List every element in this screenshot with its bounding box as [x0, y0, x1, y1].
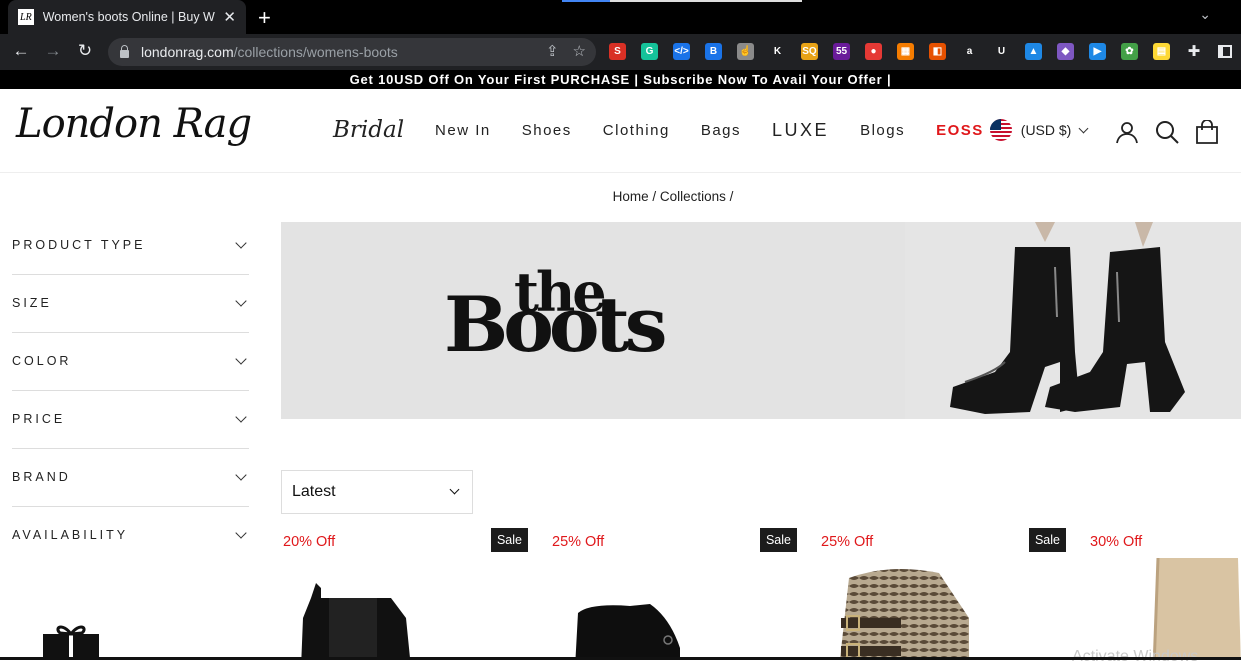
product-image[interactable]: [281, 558, 528, 660]
sort-select[interactable]: Latest: [281, 470, 473, 514]
note-extension-icon[interactable]: ▤: [1153, 43, 1170, 60]
extensions-puzzle-icon[interactable]: ✚: [1183, 42, 1205, 60]
currency-selector[interactable]: (USD $): [1020, 122, 1089, 138]
url-host: londonrag.com: [141, 44, 234, 60]
tab-search-chevron-icon[interactable]: ⌄: [1199, 6, 1211, 23]
product-image[interactable]: [819, 558, 1066, 660]
main-nav: Bridal New In Shoes Clothing Bags LUXE B…: [333, 117, 1089, 143]
filter-availability[interactable]: AVAILABILITY: [12, 507, 249, 565]
banner-boots-image: [905, 222, 1241, 419]
filter-sidebar: PRODUCT TYPE SIZE COLOR PRICE BRAND AVAI…: [12, 217, 249, 565]
filter-size[interactable]: SIZE: [12, 275, 249, 333]
hand-extension-icon[interactable]: ☝: [737, 43, 754, 60]
cart-bag-icon[interactable]: [1195, 120, 1219, 144]
filter-label: AVAILABILITY: [12, 528, 129, 542]
tab-title: Women's boots Online | Buy Wor: [42, 10, 216, 24]
nav-item-luxe[interactable]: LUXE: [772, 120, 829, 141]
hat-extension-icon[interactable]: 55: [833, 43, 850, 60]
product-card[interactable]: 25% Off Sale: [550, 528, 797, 660]
site-logo[interactable]: London Rag: [16, 101, 252, 147]
chevron-down-icon: [235, 527, 247, 539]
code-extension-icon[interactable]: </>: [673, 43, 690, 60]
play-extension-icon[interactable]: ▶: [1089, 43, 1106, 60]
chevron-down-icon: [1078, 123, 1089, 134]
discount-label: 30% Off: [1090, 534, 1143, 550]
address-bar[interactable]: londonrag.com/collections/womens-boots ⇪…: [108, 38, 596, 66]
nav-item-shoes[interactable]: Shoes: [522, 122, 572, 139]
sale-badge: Sale: [759, 528, 797, 552]
chevron-down-icon: [449, 484, 460, 495]
banner-title-line2: Boots: [444, 280, 668, 369]
discount-label: 25% Off: [552, 534, 605, 550]
new-tab-button[interactable]: +: [258, 5, 271, 31]
account-icon[interactable]: [1115, 120, 1139, 144]
bookmark-star-icon[interactable]: ☆: [573, 42, 586, 60]
doc-extension-icon[interactable]: B: [705, 43, 722, 60]
filter-label: PRODUCT TYPE: [12, 238, 146, 252]
sort-selected-value: Latest: [292, 483, 336, 500]
nav-item-new-in[interactable]: New In: [435, 122, 491, 139]
filter-brand[interactable]: BRAND: [12, 449, 249, 507]
nav-item-bridal[interactable]: Bridal: [333, 117, 404, 143]
amazon-extension-icon[interactable]: a: [961, 43, 978, 60]
browser-tab[interactable]: LR Women's boots Online | Buy Wor ✕: [8, 0, 246, 34]
tab-favicon-icon: LR: [18, 9, 34, 25]
nav-item-blogs[interactable]: Blogs: [860, 122, 905, 139]
chevron-down-icon: [235, 237, 247, 249]
us-flag-icon[interactable]: [989, 119, 1012, 141]
chevron-down-icon: [235, 295, 247, 307]
nav-item-clothing[interactable]: Clothing: [603, 122, 670, 139]
drive-extension-icon[interactable]: ▲: [1025, 43, 1042, 60]
discount-label: 20% Off: [283, 534, 336, 550]
tape-extension-icon[interactable]: ◧: [929, 43, 946, 60]
filter-color[interactable]: COLOR: [12, 333, 249, 391]
product-card[interactable]: 20% Off Sale: [281, 528, 528, 660]
discount-label: 25% Off: [821, 534, 874, 550]
sale-badge: Sale: [1028, 528, 1066, 552]
chevron-down-icon: [235, 353, 247, 365]
color-extension-icon[interactable]: ✿: [1121, 43, 1138, 60]
eraser-extension-icon[interactable]: ◆: [1057, 43, 1074, 60]
box-extension-icon[interactable]: ▦: [897, 43, 914, 60]
sale-badge: Sale: [490, 528, 528, 552]
tab-close-icon[interactable]: ✕: [223, 8, 236, 26]
filter-product-type[interactable]: PRODUCT TYPE: [12, 217, 249, 275]
product-card[interactable]: 25% Off Sale: [819, 528, 1066, 660]
currency-label: (USD $): [1020, 122, 1072, 138]
filter-price[interactable]: PRICE: [12, 391, 249, 449]
product-card[interactable]: 30% Off: [1088, 528, 1241, 660]
filter-label: SIZE: [12, 296, 52, 310]
promo-banner[interactable]: Get 10USD Off On Your First PURCHASE | S…: [0, 70, 1241, 89]
breadcrumb[interactable]: Home / Collections /: [0, 189, 1241, 204]
site-header: London Rag Bridal New In Shoes Clothing …: [0, 89, 1241, 173]
gift-icon[interactable]: [42, 622, 100, 660]
chevron-down-icon: [235, 469, 247, 481]
product-image[interactable]: [550, 558, 797, 660]
chevron-down-icon: [235, 411, 247, 423]
browser-tab-bar: LR Women's boots Online | Buy Wor ✕ + ⌄: [0, 0, 1241, 34]
u-extension-icon[interactable]: U: [993, 43, 1010, 60]
k-extension-icon[interactable]: K: [769, 43, 786, 60]
side-panel-icon[interactable]: [1218, 45, 1232, 58]
sq-extension-icon[interactable]: SQ: [801, 43, 818, 60]
filter-label: BRAND: [12, 470, 71, 484]
share-icon[interactable]: ⇪: [546, 42, 559, 60]
browser-toolbar: ← → ↻ londonrag.com/collections/womens-b…: [0, 34, 1241, 70]
forward-arrow-icon[interactable]: →: [42, 41, 64, 61]
filter-label: COLOR: [12, 354, 72, 368]
reload-icon[interactable]: ↻: [74, 41, 96, 61]
pokeball-extension-icon[interactable]: ●: [865, 43, 882, 60]
back-arrow-icon[interactable]: ←: [10, 41, 32, 61]
collection-banner: the Boots: [281, 222, 1241, 419]
page-load-progress: [562, 0, 802, 2]
s-extension-icon[interactable]: S: [609, 43, 626, 60]
nav-item-eoss[interactable]: EOSS: [936, 122, 984, 139]
product-image[interactable]: [1088, 558, 1241, 660]
url-path: /collections/womens-boots: [233, 44, 398, 60]
filter-label: PRICE: [12, 412, 66, 426]
search-icon[interactable]: [1155, 120, 1179, 144]
nav-item-bags[interactable]: Bags: [701, 122, 741, 139]
lock-icon[interactable]: [120, 45, 129, 58]
grammarly-icon[interactable]: G: [641, 43, 658, 60]
